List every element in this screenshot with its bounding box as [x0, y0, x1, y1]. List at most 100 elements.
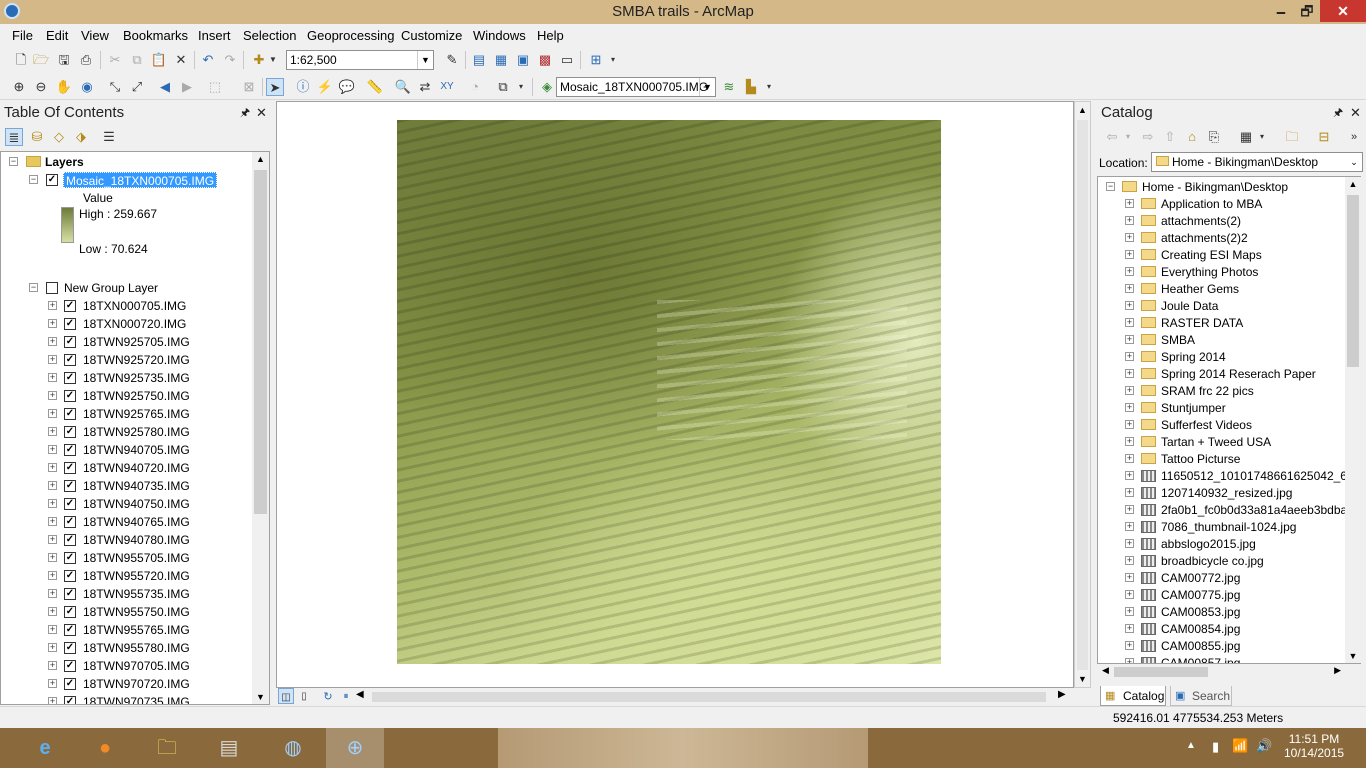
swipe-icon[interactable]: ≋	[720, 78, 738, 96]
toc-layer-row[interactable]: + ✓ 18TWN940750.IMG	[1, 495, 251, 513]
toc-layer-row[interactable]: + ✓ 18TWN940720.IMG	[1, 459, 251, 477]
pause-drawing-icon[interactable]: ⏸	[338, 688, 354, 704]
toc-layer-row[interactable]: + ✓ 18TWN925735.IMG	[1, 369, 251, 387]
zoom-out-icon[interactable]: ⊖	[32, 78, 50, 96]
expand-icon[interactable]: +	[48, 499, 57, 508]
toc-layer-row[interactable]: + ✓ 18TWN940780.IMG	[1, 531, 251, 549]
pan-icon[interactable]: ✋	[55, 78, 73, 96]
internet-explorer-icon[interactable]: e	[16, 728, 74, 768]
print-icon[interactable]: ⎙	[77, 51, 95, 69]
catalog-folder-row[interactable]: + SMBA	[1098, 331, 1348, 349]
catalog-folder-row[interactable]: + Creating ESI Maps	[1098, 246, 1348, 264]
arcmap-taskbar-icon[interactable]: ⊕	[326, 728, 384, 768]
expand-icon[interactable]: +	[48, 643, 57, 652]
toc-layer-row[interactable]: + ✓ 18TWN955780.IMG	[1, 639, 251, 657]
menu-windows[interactable]: Windows	[473, 28, 526, 43]
back-icon[interactable]: ⇦	[1103, 128, 1121, 146]
menu-insert[interactable]: Insert	[198, 28, 231, 43]
catalog-folder-row[interactable]: + Heather Gems	[1098, 280, 1348, 298]
network-icon[interactable]: 📶	[1232, 738, 1248, 754]
toc-layer-row[interactable]: + ✓ 18TWN955735.IMG	[1, 585, 251, 603]
catalog-root-row[interactable]: − Home - Bikingman\Desktop	[1098, 178, 1348, 196]
layer-visibility-checkbox[interactable]: ✓	[64, 318, 76, 330]
catalog-folder-row[interactable]: + Spring 2014 Reserach Paper	[1098, 365, 1348, 383]
toggle-contents-icon[interactable]: ⊟	[1315, 128, 1333, 146]
clear-selection-icon[interactable]: ⊠	[240, 78, 258, 96]
expand-icon[interactable]: +	[1125, 539, 1134, 548]
full-extent-icon[interactable]: ◉	[78, 78, 96, 96]
save-icon[interactable]: 🖫	[55, 51, 73, 69]
toc-layer-row[interactable]: + ✓ 18TWN925705.IMG	[1, 333, 251, 351]
minimize-button[interactable]: 🗕	[1268, 0, 1294, 22]
layer-visibility-checkbox[interactable]: ✓	[64, 372, 76, 384]
expand-icon[interactable]: +	[48, 373, 57, 382]
expand-icon[interactable]: +	[1125, 522, 1134, 531]
layer-visibility-checkbox[interactable]: ✓	[64, 300, 76, 312]
undo-icon[interactable]: ↶	[199, 51, 217, 69]
toolbar-options-icon-3[interactable]: ▾	[764, 78, 774, 96]
model-builder-icon[interactable]: ⊞	[587, 51, 605, 69]
toc-layer-row[interactable]: + ✓ 18TXN000720.IMG	[1, 315, 251, 333]
list-by-drawing-order-icon[interactable]: ≣	[5, 128, 23, 146]
expand-icon[interactable]: +	[48, 517, 57, 526]
select-elements-icon[interactable]: ➤	[266, 78, 284, 96]
search-window-icon[interactable]: ▣	[514, 51, 532, 69]
toc-layer-row[interactable]: + ✓ 18TWN940735.IMG	[1, 477, 251, 495]
arccatalog-icon[interactable]: ▤	[200, 728, 258, 768]
layout-view-icon[interactable]: ▯	[296, 688, 312, 704]
expand-icon[interactable]: +	[48, 625, 57, 634]
redo-icon[interactable]: ↷	[221, 51, 239, 69]
layer-visibility-checkbox[interactable]: ✓	[64, 444, 76, 456]
expand-icon[interactable]: +	[48, 409, 57, 418]
close-button[interactable]: ✕	[1320, 0, 1366, 22]
layer-visibility-checkbox[interactable]: ✓	[64, 570, 76, 582]
list-by-visibility-icon[interactable]: ◇	[50, 128, 68, 146]
toc-layer-row[interactable]: + ✓ 18TXN000705.IMG	[1, 297, 251, 315]
battery-icon[interactable]: ▮	[1212, 739, 1219, 755]
map-vertical-scrollbar[interactable]: ▲ ▼	[1074, 101, 1091, 688]
histogram-icon[interactable]: ▙	[742, 78, 760, 96]
catalog-folder-row[interactable]: + Spring 2014	[1098, 348, 1348, 366]
catalog-folder-row[interactable]: + SRAM frc 22 pics	[1098, 382, 1348, 400]
new-folder-icon[interactable]: 🗀	[1283, 128, 1301, 146]
layer-visibility-checkbox[interactable]: ✓	[64, 696, 76, 704]
collapse-icon[interactable]: −	[29, 283, 38, 292]
layer-visibility-checkbox[interactable]: ✓	[64, 606, 76, 618]
pin-icon[interactable]: 🖈	[1333, 102, 1343, 124]
toolbar-options-icon[interactable]: ▾	[608, 51, 618, 69]
list-by-source-icon[interactable]: ⛁	[28, 128, 46, 146]
collapse-icon[interactable]: −	[1106, 182, 1115, 191]
expand-icon[interactable]: +	[48, 589, 57, 598]
catalog-file-row[interactable]: + CAM00772.jpg	[1098, 569, 1348, 587]
expand-icon[interactable]: +	[1125, 454, 1134, 463]
table-of-contents-icon[interactable]: ▤	[470, 51, 488, 69]
toc-layer-row[interactable]: + ✓ 18TWN940765.IMG	[1, 513, 251, 531]
expand-icon[interactable]: +	[1125, 284, 1134, 293]
volume-icon[interactable]: 🔊	[1256, 738, 1272, 754]
toc-layer-row[interactable]: + ✓ 18TWN970705.IMG	[1, 657, 251, 675]
toc-layer-row[interactable]: + ✓ 18TWN940705.IMG	[1, 441, 251, 459]
up-one-level-icon[interactable]: ⇧	[1161, 128, 1179, 146]
views-icon[interactable]: ▦	[1237, 128, 1255, 146]
catalog-file-row[interactable]: + broadbicycle co.jpg	[1098, 552, 1348, 570]
expand-icon[interactable]: +	[1125, 335, 1134, 344]
map-scale-combo[interactable]: 1:62,500 ▼	[286, 50, 434, 70]
expand-icon[interactable]: +	[1125, 573, 1134, 582]
layer-visibility-checkbox[interactable]: ✓	[64, 678, 76, 690]
back-extent-icon[interactable]: ◀	[156, 78, 174, 96]
expand-icon[interactable]: +	[1125, 505, 1134, 514]
expand-icon[interactable]: +	[1125, 590, 1134, 599]
fixed-zoom-out-icon[interactable]: ⤢	[128, 78, 146, 96]
expand-icon[interactable]: +	[48, 445, 57, 454]
delete-icon[interactable]: ✕	[172, 51, 190, 69]
expand-icon[interactable]: +	[1125, 352, 1134, 361]
expand-icon[interactable]: +	[1125, 369, 1134, 378]
layer-visibility-checkbox[interactable]: ✓	[64, 336, 76, 348]
expand-icon[interactable]: +	[1125, 420, 1134, 429]
expand-icon[interactable]: +	[1125, 556, 1134, 565]
copy-icon[interactable]: ⧉	[128, 51, 146, 69]
toc-layer-row[interactable]: + ✓ 18TWN955750.IMG	[1, 603, 251, 621]
back-dropdown-icon[interactable]: ▾	[1123, 128, 1133, 146]
layer-visibility-checkbox[interactable]: ✓	[64, 426, 76, 438]
chevron-down-icon[interactable]: ▼	[417, 51, 433, 69]
